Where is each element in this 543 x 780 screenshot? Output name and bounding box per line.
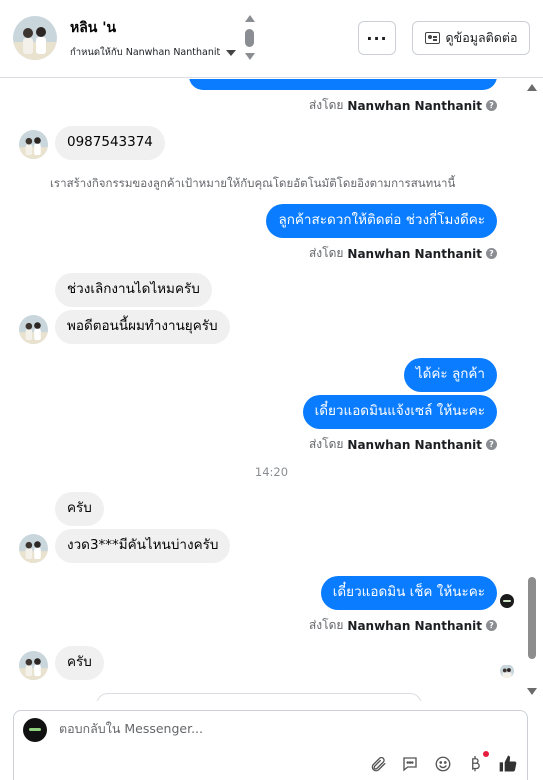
incoming-message[interactable]: 0987543374 (55, 126, 165, 160)
conversation-header: หลิน 'น กำหนดให้กับ Nanwhan Nanthanit ··… (0, 0, 543, 78)
outgoing-message[interactable]: ได้ค่ะ ลูกค้า (403, 358, 497, 392)
sent-by-line: ส่งโดย Nanwhan Nanthanit ? (309, 616, 497, 635)
sender-avatar (19, 534, 48, 563)
system-note: เราสร้างกิจกรรมของลูกค้าเป้าหมายให้กับคุ… (50, 176, 456, 190)
thumbs-up-icon[interactable] (498, 754, 518, 774)
sent-by-line: ส่งโดย Nanwhan Nanthanit ? (309, 96, 497, 115)
smiley-icon[interactable] (433, 754, 453, 774)
outgoing-message[interactable]: เดี๋ยวแอดมินแจ้งเซล์ ให้นะคะ (302, 395, 497, 429)
contact-card-icon (424, 32, 440, 44)
sender-avatar (19, 651, 48, 680)
incoming-message[interactable]: ครับ (55, 646, 104, 680)
page-avatar (23, 718, 47, 742)
contact-name: หลิน 'น (70, 20, 117, 36)
incoming-message[interactable]: งวด3***มีคันไหนบ่างครับ (55, 529, 231, 563)
scroll-up-arrow-icon[interactable] (527, 84, 537, 91)
help-icon[interactable]: ? (486, 620, 497, 631)
scroll-down-arrow-icon[interactable] (527, 688, 537, 695)
incoming-message[interactable]: พอดีตอนนี้ผมทำงานยุครับ (55, 310, 230, 344)
conversation-navigator[interactable] (243, 15, 257, 63)
help-icon[interactable]: ? (486, 248, 497, 259)
reply-composer (13, 710, 528, 780)
help-icon[interactable]: ? (486, 439, 497, 450)
outgoing-message-partial (189, 79, 497, 90)
incoming-message[interactable]: ครับ (55, 492, 104, 526)
view-contact-info-button[interactable]: ดูข้อมูลติดต่อ (412, 21, 530, 55)
arrow-up-icon[interactable] (245, 15, 255, 22)
read-receipt-avatar (500, 664, 514, 678)
caret-down-icon (226, 49, 237, 56)
incoming-message[interactable]: ช่วงเลิกงานไดไหมครับ (55, 273, 212, 307)
assignee-dropdown[interactable]: กำหนดให้กับ Nanwhan Nanthanit (70, 45, 237, 60)
assignee-label: กำหนดให้กับ Nanwhan Nanthanit (70, 47, 221, 58)
outgoing-message[interactable]: เดี๋ยวแอดมิน เช็ค ให้นะคะ (320, 576, 497, 610)
seen-indicator-icon (500, 594, 514, 608)
message-thread[interactable]: ส่งโดย Nanwhan Nanthanit ? 0987543374 เร… (0, 79, 543, 701)
scrollbar-thumb[interactable] (528, 577, 536, 659)
paperclip-icon[interactable] (368, 754, 388, 774)
arrow-down-icon[interactable] (245, 53, 255, 60)
help-icon[interactable]: ? (486, 100, 497, 111)
view-contact-info-label: ดูข้อมูลติดต่อ (445, 30, 518, 45)
reply-input[interactable] (59, 721, 499, 736)
baht-icon[interactable] (465, 754, 485, 774)
outgoing-message[interactable]: ลูกค้าสะดวกให้ติดต่อ ช่วงกี่โมงดีคะ (266, 204, 497, 238)
timestamp-separator: 14:20 (254, 465, 289, 479)
notification-dot (483, 751, 489, 757)
sender-avatar (19, 130, 48, 159)
activity-card-partial[interactable] (96, 693, 422, 701)
sent-by-line: ส่งโดย Nanwhan Nanthanit ? (309, 244, 497, 263)
chat-bubble-icon[interactable] (400, 754, 420, 774)
contact-avatar[interactable] (13, 16, 57, 60)
sent-by-line: ส่งโดย Nanwhan Nanthanit ? (309, 435, 497, 454)
more-options-button[interactable]: ··· (358, 21, 396, 55)
more-icon: ··· (366, 28, 388, 48)
sender-avatar (19, 315, 48, 344)
navigator-handle (245, 29, 254, 47)
